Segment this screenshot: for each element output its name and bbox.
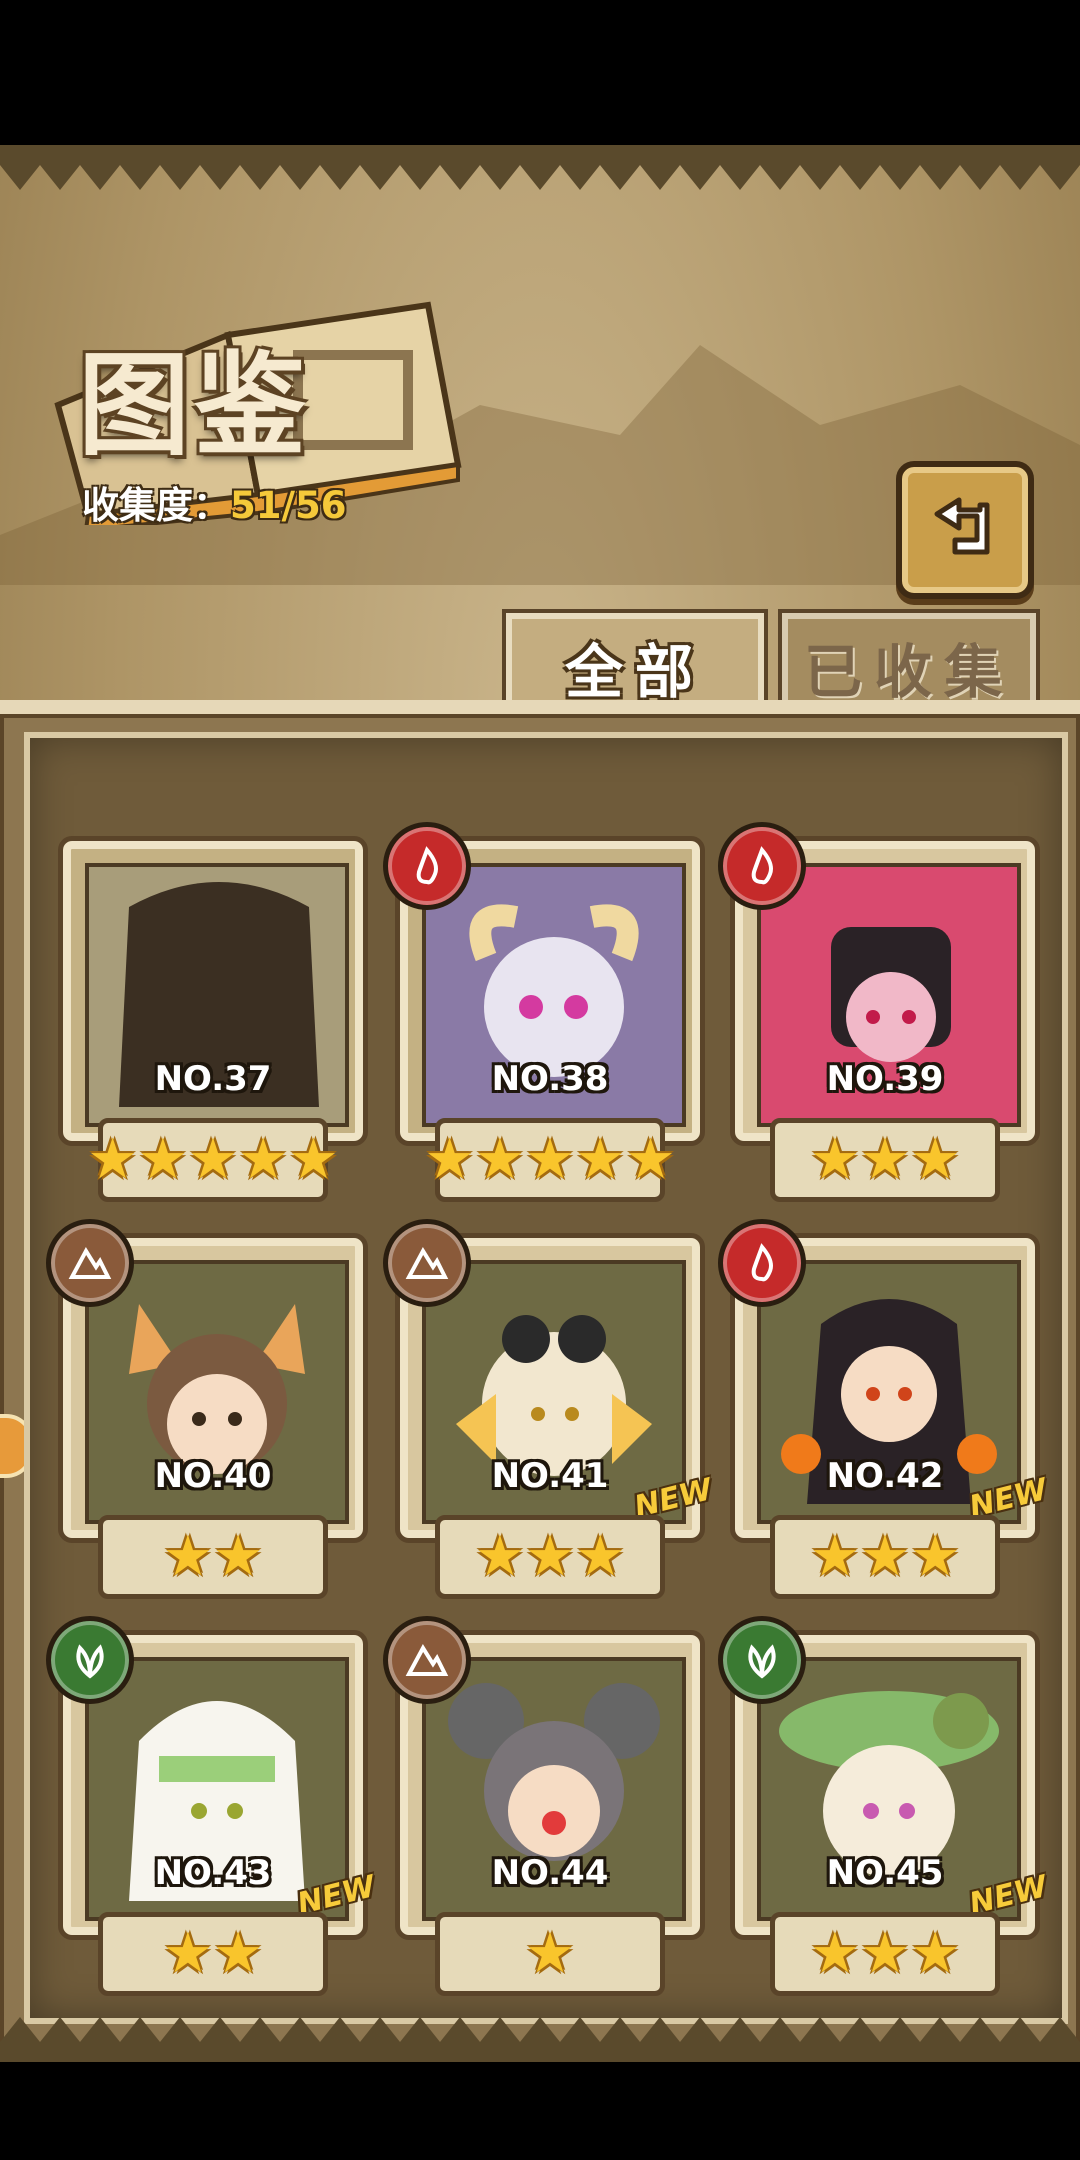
collection-value: 51/56 [230, 484, 347, 527]
codex-screen: 图鉴 收集度：51/56 全部 已收集 NO.37 ★★★★★ NO.38 ★★… [0, 145, 1080, 2062]
stars-icon: ★ [524, 1921, 576, 1986]
zigzag-border-top [0, 145, 1080, 190]
card-no37[interactable]: NO.37 ★★★★★ [58, 836, 368, 1202]
card-no44[interactable]: NO.44 ★ [383, 1616, 705, 1996]
star-rating: ★★★★★ [88, 1118, 339, 1202]
card-panel: NO.37 ★★★★★ NO.38 ★★★★★ NO.39 ★★★ NO.40 … [0, 700, 1080, 2062]
card-no38[interactable]: NO.38 ★★★★★ [383, 822, 705, 1202]
earth-element-icon [46, 1219, 134, 1307]
star-rating: ★★★★★ [425, 1118, 676, 1202]
stars-icon: ★★★ [809, 1524, 961, 1589]
card-no39[interactable]: NO.39 ★★★ [718, 822, 1040, 1202]
star-rating: ★★ [98, 1515, 328, 1599]
stars-icon: ★★★ [474, 1524, 626, 1589]
card-frame: NO.37 [58, 836, 368, 1146]
back-button[interactable] [896, 461, 1034, 599]
earth-element-icon [383, 1219, 471, 1307]
zigzag-border-bottom [0, 2017, 1080, 2062]
fire-element-icon [383, 822, 471, 910]
earth-element-icon [383, 1616, 471, 1704]
grass-element-icon [718, 1616, 806, 1704]
fire-element-icon [718, 1219, 806, 1307]
stars-icon: ★★★★★ [424, 1127, 676, 1192]
card-number: NO.40 [154, 1456, 272, 1496]
card-number: NO.44 [491, 1853, 609, 1893]
card-no40[interactable]: NO.40 ★★ [46, 1219, 368, 1599]
collection-progress: 收集度：51/56 [82, 475, 347, 529]
card-number: NO.37 [154, 1059, 272, 1099]
card-no43[interactable]: NO.43 NEW ★★ [46, 1616, 379, 1996]
card-number: NO.38 [491, 1059, 609, 1099]
grass-element-icon [46, 1616, 134, 1704]
stars-icon: ★★★ [809, 1921, 961, 1986]
star-rating: ★ [435, 1912, 665, 1996]
card-number: NO.39 [826, 1059, 944, 1099]
stars-icon: ★★ [162, 1921, 264, 1986]
card-no41[interactable]: NO.41 NEW ★★★ [383, 1219, 716, 1599]
stars-icon: ★★★ [809, 1127, 961, 1192]
page-title: 图鉴 [78, 341, 310, 471]
fire-element-icon [718, 822, 806, 910]
star-rating: ★★★ [435, 1515, 665, 1599]
star-rating: ★★★ [770, 1912, 1000, 1996]
stars-icon: ★★ [162, 1524, 264, 1589]
card-no42[interactable]: NO.42 NEW ★★★ [718, 1219, 1051, 1599]
stars-icon: ★★★★★ [87, 1127, 339, 1192]
card-no45[interactable]: NO.45 NEW ★★★ [718, 1616, 1051, 1996]
card-grid: NO.37 ★★★★★ NO.38 ★★★★★ NO.39 ★★★ NO.40 … [24, 732, 1068, 2024]
return-arrow-icon [934, 497, 990, 555]
collection-label: 收集度： [82, 484, 230, 527]
star-rating: ★★★ [770, 1118, 1000, 1202]
star-rating: ★★★ [770, 1515, 1000, 1599]
star-rating: ★★ [98, 1912, 328, 1996]
